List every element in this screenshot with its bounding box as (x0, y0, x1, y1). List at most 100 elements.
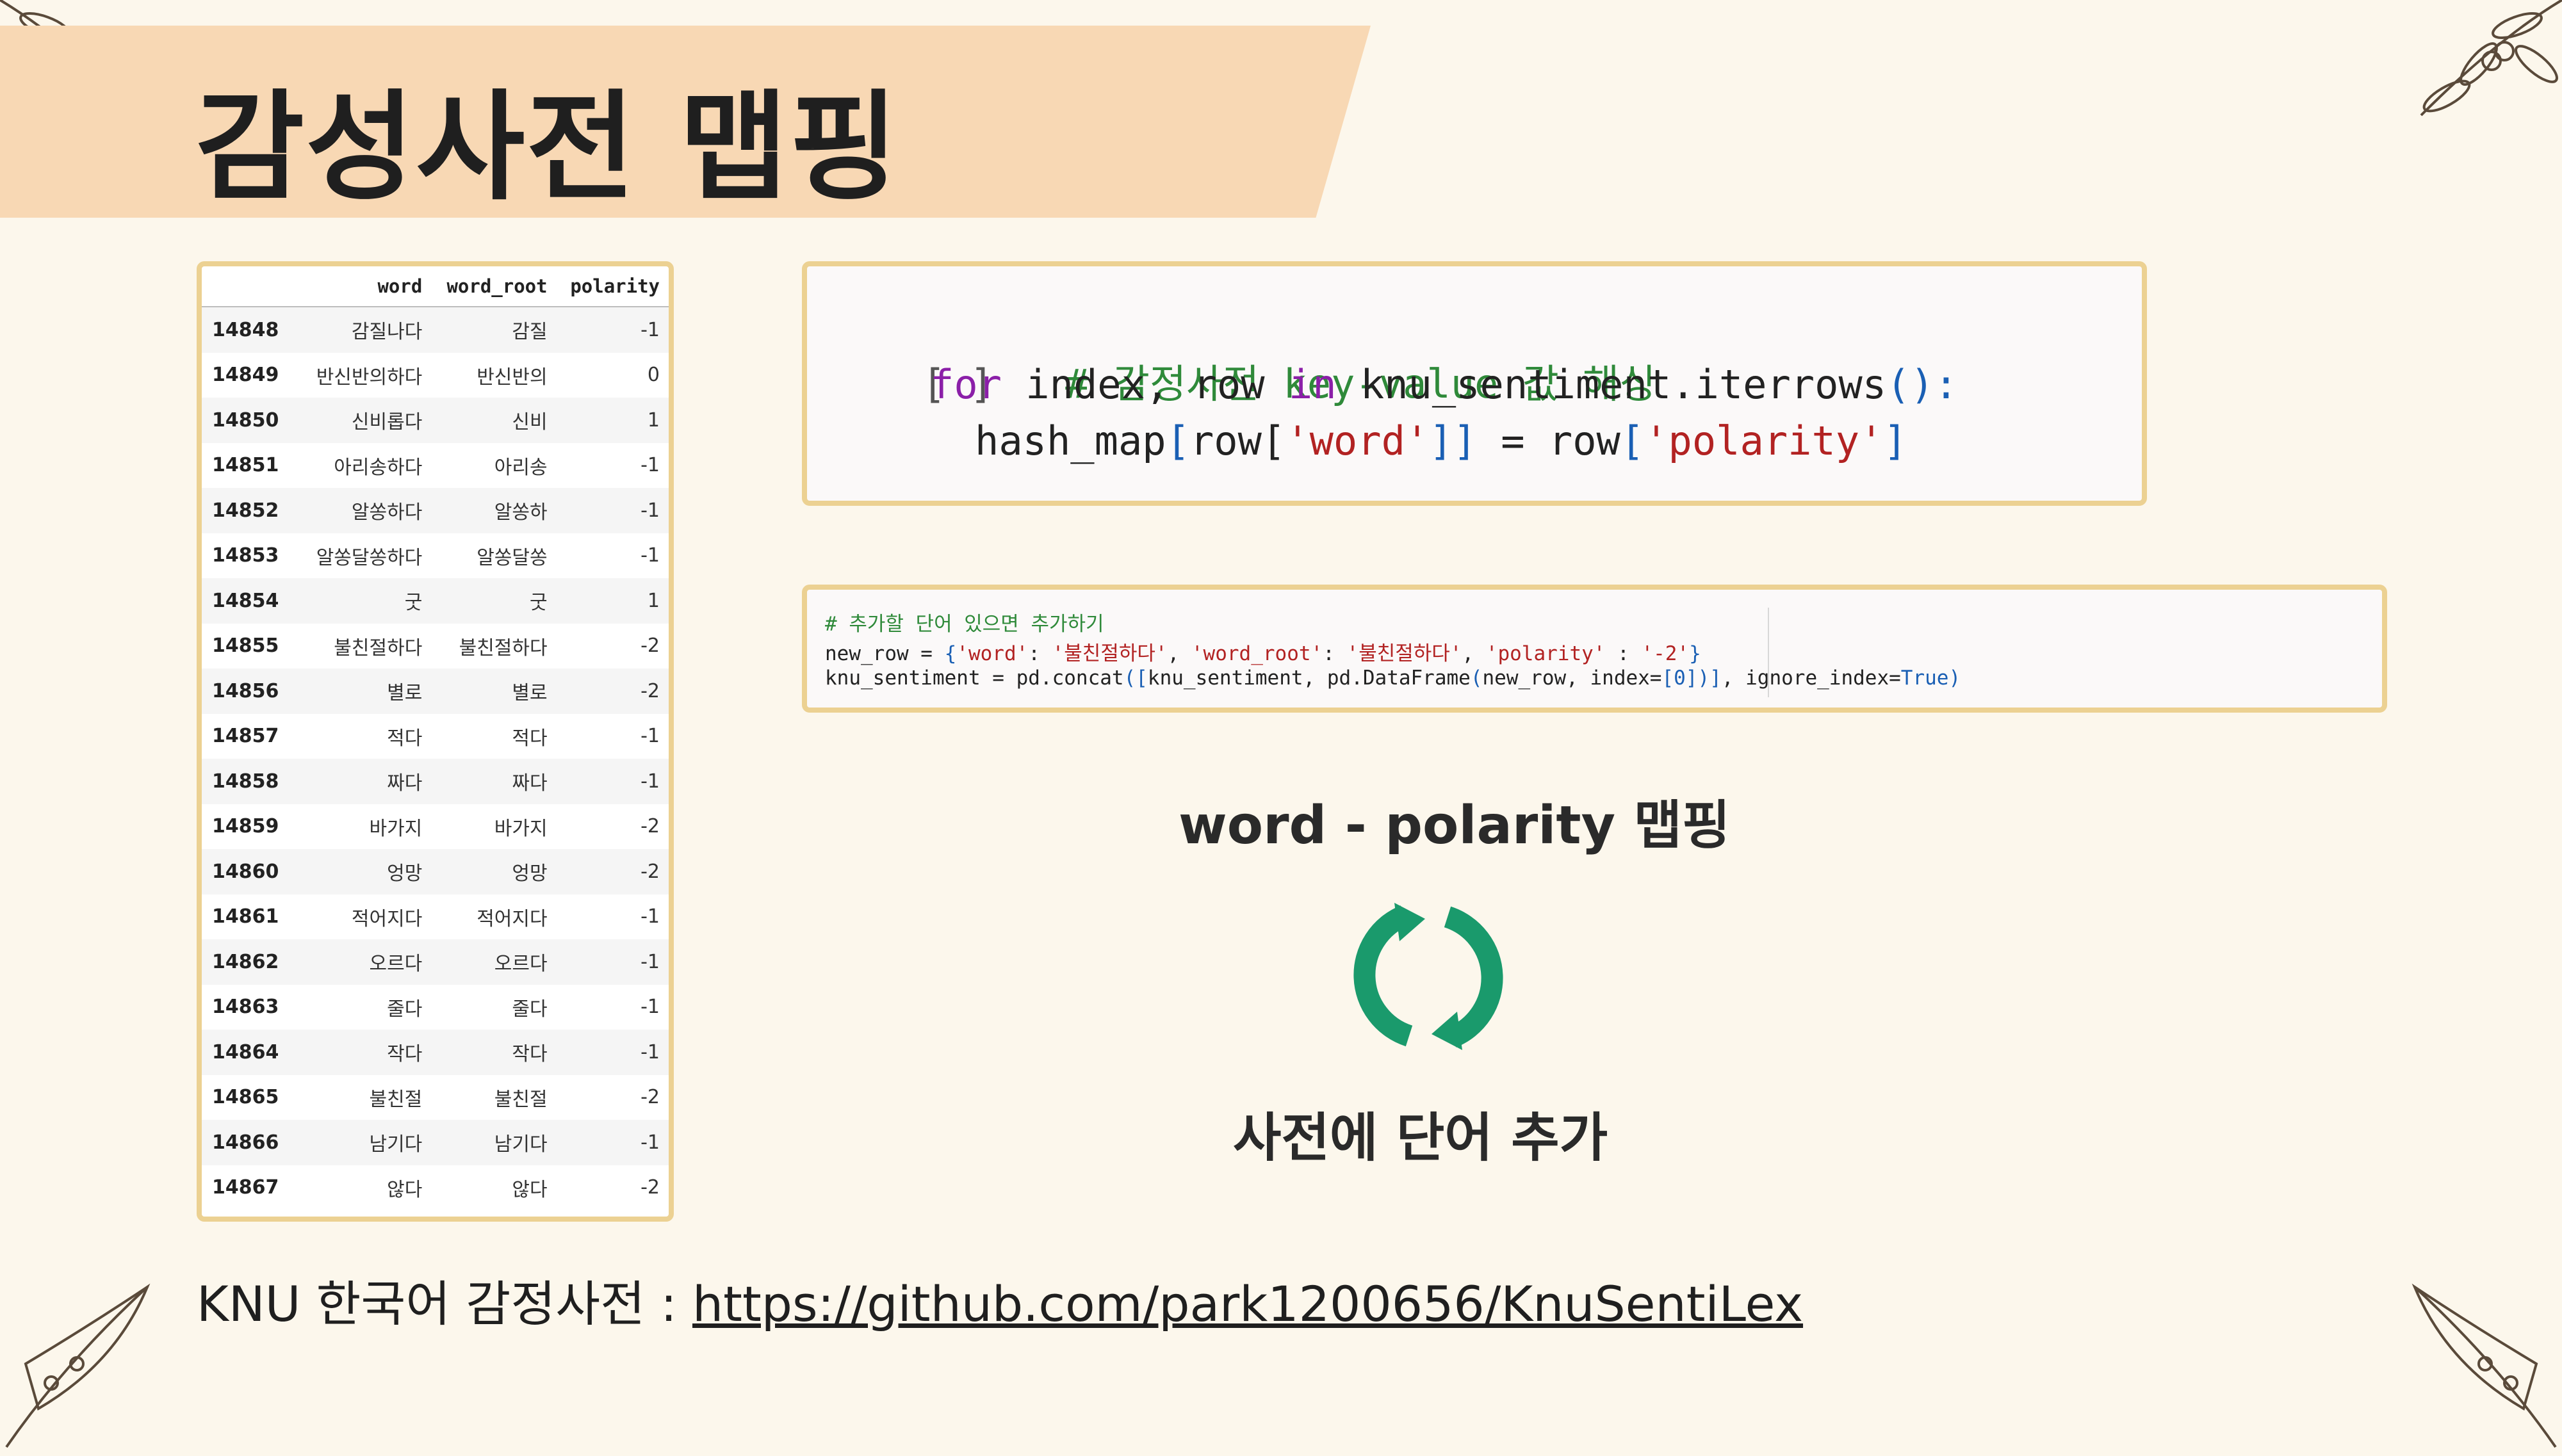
table-cell: -1 (556, 1120, 669, 1165)
table-cell: 감질나다 (300, 307, 432, 353)
table-cell: 줄다 (387, 998, 423, 1021)
table-cell: 바가지 (494, 817, 548, 840)
row-index: 14860 (202, 849, 300, 894)
table-cell: 작다 (300, 1030, 432, 1075)
code-comment: # 추가할 단어 있으면 추가하기 (825, 613, 1104, 636)
code-cell-append[interactable]: # 추가할 단어 있으면 추가하기 new_row = {'word': '불친… (802, 585, 2387, 713)
table-cell: -1 (556, 759, 669, 804)
table-cell: 짜다 (431, 759, 557, 804)
code-token: row[ (1189, 417, 1286, 464)
table-header-cell (202, 266, 300, 307)
row-index: 14856 (202, 668, 300, 714)
table-cell: 신비 (431, 398, 557, 443)
table-cell: 0 (647, 364, 660, 387)
code-token: hash_map (975, 417, 1166, 464)
code-string: 'word' (956, 642, 1029, 665)
code-string: 'word_root' (1191, 642, 1323, 665)
table-row: 14862 오르다 오르다 -1 (202, 939, 669, 985)
leaf-branch-icon (0, 1261, 179, 1453)
code-token: : (1323, 642, 1347, 665)
table-row: 14849 반신반의하다 반신반의 0 (202, 353, 669, 398)
row-index: 14855 (212, 635, 279, 658)
table-cell: 감질 (431, 307, 557, 353)
table-cell: 불친절 (369, 1088, 423, 1111)
code-string: 'polarity' (1644, 417, 1884, 464)
add-word-caption: 사전에 단어 추가 (1233, 1108, 1608, 1169)
table-cell: -2 (640, 635, 660, 658)
code-token: index, row (1001, 361, 1289, 408)
table-cell: -2 (640, 1176, 660, 1199)
table-header-row: word word_root polarity (202, 266, 669, 307)
dataframe-table-panel: word word_root polarity 14848 감질나다 감질 -1 148… (197, 261, 674, 1222)
code-token: , ignore_index= (1721, 667, 1901, 690)
code-token: [ (1166, 417, 1190, 464)
table-cell: 적어지다 (351, 907, 423, 930)
source-label: KNU 한국어 감정사전 : (197, 1275, 692, 1332)
table-cell: -2 (556, 849, 669, 894)
row-index: 14866 (202, 1120, 300, 1165)
table-cell: 굿 (300, 578, 432, 624)
table-row: 14855 불친절하다 불친절하다 -2 (202, 624, 669, 669)
code-token: ]] (1429, 417, 1477, 464)
row-index: 14848 (202, 307, 300, 353)
table-cell: 엉망 (300, 849, 432, 894)
table-cell: 불친절하다 (459, 636, 548, 659)
source-link[interactable]: https://github.com/park1200656/KnuSentiL… (692, 1275, 1803, 1332)
table-row: 14854 굿 굿 1 (202, 578, 669, 624)
table-cell: 알쏭달쏭 (477, 546, 548, 569)
row-index: 14859 (212, 815, 279, 838)
code-token: : (1605, 642, 1642, 665)
table-cell: -1 (556, 939, 669, 985)
table-row: 14863 줄다 줄다 -1 (202, 985, 669, 1030)
code-token: knu_sentiment = pd.concat (825, 667, 1124, 690)
code-token: ] (1883, 417, 1907, 464)
code-token: (): (1886, 361, 1959, 408)
row-index: 14867 (212, 1176, 279, 1199)
code-token: : (1028, 642, 1052, 665)
code-string: 'word' (1285, 417, 1430, 464)
code-keyword: True (1900, 667, 1949, 690)
table-cell: 작다 (431, 1030, 557, 1075)
row-index: 14854 (202, 578, 300, 624)
code-token: )] (1697, 667, 1722, 690)
code-keyword: for (930, 361, 1002, 408)
code-token: ([ (1123, 667, 1148, 690)
table-cell: 바가지 (369, 817, 423, 840)
table-cell: 엉망 (431, 849, 557, 894)
table-row: 14861 적어지다 적어지다 -1 (202, 894, 669, 940)
table-row: 14865 불친절 불친절 -2 (202, 1075, 669, 1120)
table-cell: 오르다 (300, 939, 432, 985)
table-cell: -1 (640, 454, 660, 477)
code-token: , (1462, 642, 1486, 665)
row-index: 14861 (212, 905, 279, 928)
table-cell: 적다 (387, 727, 423, 750)
code-cell-hashing[interactable]: [ ] # 감정사전 key-value 값 해싱 for index, row… (802, 261, 2147, 506)
table-cell: 알쏭하다 (300, 488, 432, 533)
code-token: , (1167, 642, 1191, 665)
code-line: for index, row in knu_sentiment.iterrows… (930, 361, 1958, 408)
code-token: ( (1470, 667, 1483, 690)
table-cell: -1 (556, 1030, 669, 1075)
dataframe-table: word word_root polarity 14848 감질나다 감질 -1 148… (202, 266, 669, 1210)
row-index: 14858 (202, 759, 300, 804)
table-cell: 적다 (512, 727, 548, 750)
table-cell: -1 (640, 996, 660, 1019)
table-row: 14866 남기다 남기다 -1 (202, 1120, 669, 1165)
table-cell: 남기다 (431, 1120, 557, 1165)
code-line: new_row = {'word': '불친절하다', 'word_root':… (825, 637, 1701, 666)
table-row: 14857 적다 적다 -1 (202, 714, 669, 759)
refresh-cycle-icon (1348, 896, 1508, 1056)
table-row: 14858 짜다 짜다 -1 (202, 759, 669, 804)
table-cell: -2 (556, 668, 669, 714)
table-cell: 알쏭달쏭하다 (316, 546, 423, 569)
table-cell: 않다 (512, 1178, 548, 1201)
code-token: knu_sentiment.iterrows (1336, 361, 1887, 408)
page-title: 감성사전 맵핑 (195, 78, 900, 216)
code-divider (1768, 608, 1769, 697)
table-cell: 1 (556, 398, 669, 443)
row-index: 14863 (212, 996, 279, 1019)
table-cell: 남기다 (300, 1120, 432, 1165)
table-cell: 신비롭다 (300, 398, 432, 443)
table-row: 14852 알쏭하다 알쏭하 -1 (202, 488, 669, 533)
row-index: 14850 (202, 398, 300, 443)
